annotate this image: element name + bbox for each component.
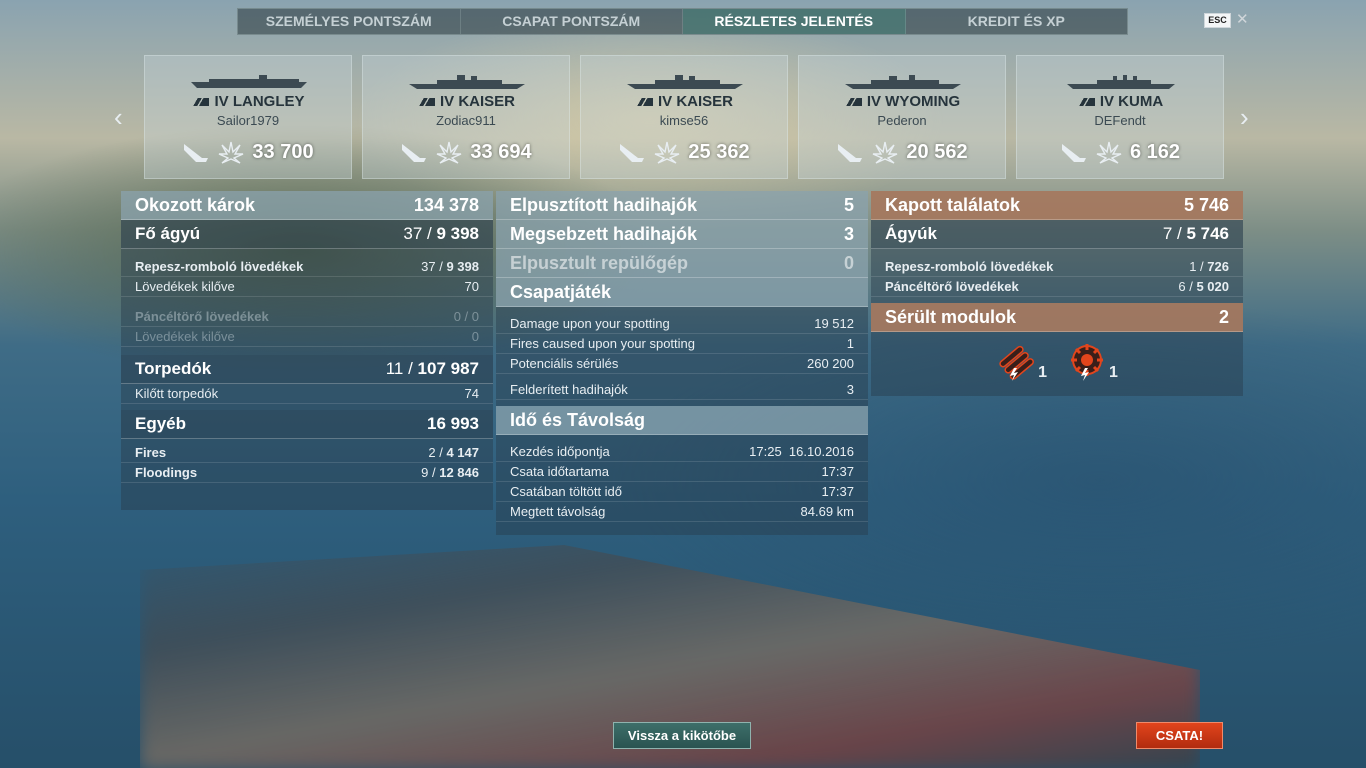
engine-module-icon bbox=[1071, 344, 1103, 381]
ship-name: IV KUMA bbox=[1017, 93, 1223, 110]
tab-personal-score[interactable]: SZEMÉLYES PONTSZÁM bbox=[238, 9, 461, 34]
fires-row: Fires 2 / 4 147 bbox=[121, 443, 493, 463]
tab-team-score[interactable]: CSAPAT PONTSZÁM bbox=[461, 9, 683, 34]
ship-name: IV KAISER bbox=[363, 93, 569, 110]
player-name: kimse56 bbox=[659, 113, 709, 128]
ship-class-icon bbox=[843, 98, 862, 107]
module-item: 1 bbox=[1067, 342, 1118, 382]
time-row: Csatában töltött idő 17:37 bbox=[496, 482, 868, 502]
battle-button[interactable]: CSATA! bbox=[1136, 722, 1223, 749]
ap-shells-fired-row: Lövedékek kilőve 0 bbox=[121, 327, 493, 347]
damage-burst-icon bbox=[437, 141, 462, 164]
damaged-modules-list: 1 1 bbox=[871, 332, 1243, 382]
teamplay-header: Csapatjáték bbox=[496, 278, 868, 307]
player-score: 33 694 bbox=[470, 140, 532, 163]
player-name: Sailor1979 bbox=[216, 113, 280, 128]
teamplay-row: Fires caused upon your spotting 1 bbox=[496, 334, 868, 354]
battleship-silhouette-icon bbox=[627, 75, 743, 89]
sinking-ship-icon bbox=[402, 144, 427, 162]
top-players-cards: IV LANGLEY Sailor1979 33 700 IV KAISER Z… bbox=[144, 55, 1224, 179]
ship-name: IV LANGLEY bbox=[145, 93, 351, 110]
other-damage-row: Egyéb 16 993 bbox=[121, 410, 493, 439]
time-distance-header: Idő és Távolság bbox=[496, 406, 868, 435]
score-row: 20 562 bbox=[799, 140, 1005, 164]
damage-burst-icon bbox=[219, 141, 244, 164]
player-score: 25 362 bbox=[688, 140, 750, 163]
torpedoes-row: Torpedók 11 / 107 987 bbox=[121, 355, 493, 384]
time-row: Megtett távolság 84.69 km bbox=[496, 502, 868, 522]
ships-destroyed-row: Elpusztított hadihajók 5 bbox=[496, 191, 868, 220]
battleship-silhouette-icon bbox=[845, 75, 961, 89]
teamplay-row: Potenciális sérülés 260 200 bbox=[496, 354, 868, 374]
tab-credits-xp[interactable]: KREDIT ÉS XP bbox=[906, 9, 1128, 34]
return-to-port-button[interactable]: Vissza a kikötőbe bbox=[613, 722, 751, 749]
guns-received-row: Ágyúk 7 / 5 746 bbox=[871, 220, 1243, 249]
player-card[interactable]: IV KAISER Zodiac911 33 694 bbox=[362, 55, 570, 179]
next-arrow-icon[interactable]: › bbox=[1240, 104, 1249, 130]
teamplay-row: Damage upon your spotting 19 512 bbox=[496, 314, 868, 334]
player-card[interactable]: IV LANGLEY Sailor1979 33 700 bbox=[144, 55, 352, 179]
ship-class-icon bbox=[1076, 98, 1095, 107]
player-card[interactable]: IV KAISER kimse56 25 362 bbox=[580, 55, 788, 179]
sinking-ship-icon bbox=[1061, 144, 1086, 162]
player-name: Zodiac911 bbox=[436, 113, 496, 128]
player-score: 6 162 bbox=[1129, 140, 1181, 163]
score-row: 6 162 bbox=[1017, 140, 1223, 164]
ship-name: IV KAISER bbox=[581, 93, 787, 110]
he-shells-fired-row: Lövedékek kilőve 70 bbox=[121, 277, 493, 297]
he-received-row: Repesz-romboló lövedékek 1 / 726 bbox=[871, 257, 1243, 277]
player-card[interactable]: IV WYOMING Pederon 20 562 bbox=[798, 55, 1006, 179]
ship-class-icon bbox=[416, 98, 435, 107]
time-row: Csata időtartama 17:37 bbox=[496, 462, 868, 482]
teamplay-row: Felderített hadihajók 3 bbox=[496, 380, 868, 400]
player-name: DEFendt bbox=[1094, 113, 1146, 128]
he-shells-row: Repesz-romboló lövedékek 37 / 9 398 bbox=[121, 257, 493, 277]
tab-detailed-report[interactable]: RÉSZLETES JELENTÉS bbox=[683, 9, 906, 34]
aircraft-carrier-silhouette-icon bbox=[191, 75, 307, 88]
prev-arrow-icon[interactable]: ‹ bbox=[114, 104, 123, 130]
results-middle-panel: Elpusztított hadihajók 5 Megsebzett hadih… bbox=[496, 191, 868, 535]
hits-received-header: Kapott találatok 5 746 bbox=[871, 191, 1243, 220]
sinking-ship-icon bbox=[184, 144, 209, 162]
ap-received-row: Páncéltörő lövedékek 6 / 5 020 bbox=[871, 277, 1243, 297]
damage-received-panel: Kapott találatok 5 746 Ágyúk 7 / 5 746 Re… bbox=[871, 191, 1243, 396]
score-row: 33 694 bbox=[363, 140, 569, 164]
time-row: Kezdés időpontja 17:25 16.10.2016 bbox=[496, 442, 868, 462]
ship-class-icon bbox=[634, 98, 653, 107]
score-row: 25 362 bbox=[581, 140, 787, 164]
report-tabs: SZEMÉLYES PONTSZÁM CSAPAT PONTSZÁM RÉSZL… bbox=[237, 8, 1128, 35]
player-name: Pederon bbox=[877, 113, 927, 128]
main-battery-row: Fő ágyú 37 / 9 398 bbox=[121, 220, 493, 249]
torpedo-tubes-icon bbox=[999, 345, 1035, 381]
damage-burst-icon bbox=[873, 141, 898, 164]
sinking-ship-icon bbox=[620, 144, 645, 162]
damage-burst-icon bbox=[655, 141, 680, 164]
ship-name: IV WYOMING bbox=[799, 93, 1005, 110]
ships-damaged-row: Megsebzett hadihajók 3 bbox=[496, 220, 868, 249]
floodings-row: Floodings 9 / 12 846 bbox=[121, 463, 493, 483]
damage-burst-icon bbox=[1096, 141, 1122, 164]
damage-dealt-header: Okozott károk 134 378 bbox=[121, 191, 493, 220]
torpedoes-fired-row: Kilőtt torpedók 74 bbox=[121, 384, 493, 404]
ship-class-icon bbox=[191, 98, 210, 107]
module-item: 1 bbox=[996, 342, 1047, 382]
damage-dealt-panel: Okozott károk 134 378 Fő ágyú 37 / 9 398 … bbox=[121, 191, 493, 510]
esc-key-hint[interactable]: ESC bbox=[1204, 13, 1231, 28]
cruiser-silhouette-icon bbox=[1067, 75, 1175, 89]
sinking-ship-icon bbox=[838, 144, 863, 162]
module-count: 1 bbox=[1109, 364, 1118, 381]
score-row: 33 700 bbox=[145, 140, 351, 164]
ap-shells-row: Páncéltörő lövedékek 0 / 0 bbox=[121, 307, 493, 327]
player-score: 33 700 bbox=[252, 140, 314, 163]
module-count: 1 bbox=[1038, 364, 1047, 381]
planes-destroyed-row: Elpusztult repülőgép 0 bbox=[496, 249, 868, 278]
player-score: 20 562 bbox=[906, 140, 968, 163]
battleship-silhouette-icon bbox=[409, 75, 525, 89]
damaged-modules-header: Sérült modulok 2 bbox=[871, 303, 1243, 332]
player-card[interactable]: IV KUMA DEFendt 6 162 bbox=[1016, 55, 1224, 179]
close-icon[interactable]: ✕ bbox=[1236, 10, 1249, 28]
